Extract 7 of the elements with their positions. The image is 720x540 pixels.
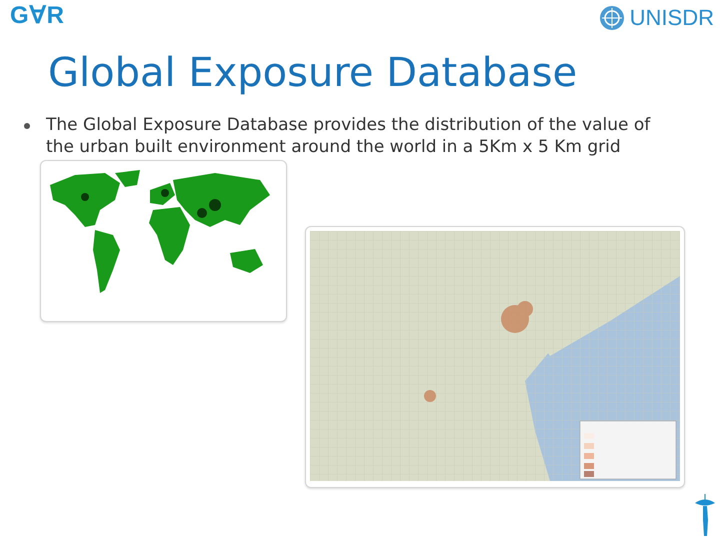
bullet-icon [24,123,30,129]
un-emblem-icon [598,4,626,32]
gar-logo: G∀R [10,4,65,28]
bullet-text: The Global Exposure Database provides the distribution of the value of the urban built environment around the world in a 5Km x 5 Km grid [46,114,652,158]
slide-title: Global Exposure Database [48,50,578,96]
person-with-umbrella-icon [694,494,716,536]
unisdr-logo: UNISDR [630,7,714,29]
